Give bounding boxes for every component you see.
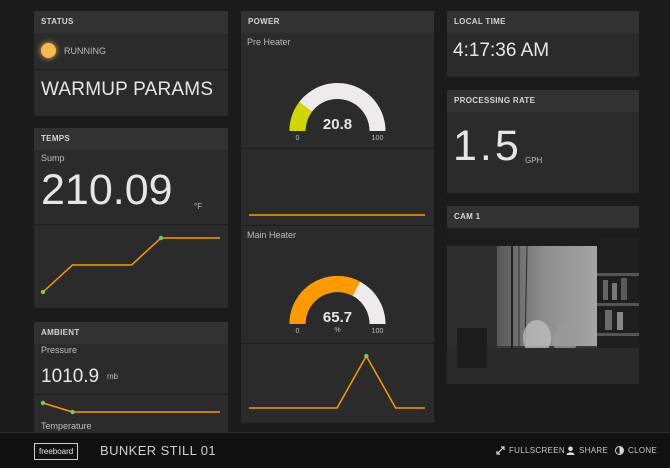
sparkline-point [40, 400, 46, 406]
local-time-pane-title: LOCAL TIME [447, 11, 639, 33]
temps-sump-value: 210.09 [41, 166, 173, 214]
ambient-pressure-units: mb [107, 372, 119, 381]
main-heater-sparkline [249, 353, 425, 409]
ambient-sparkline [40, 400, 220, 415]
fullscreen-label: FULLSCREEN [509, 446, 565, 455]
temps-pane: TEMPS Sump 210.09 °F [34, 128, 228, 308]
sparkline-point [70, 409, 75, 415]
local-time-value: 4:17:36 AM [453, 40, 550, 61]
pre-heater-sparkline [249, 214, 425, 216]
gauge-min-label: 0 [296, 135, 300, 142]
gauge-max-label: 100 [372, 328, 384, 335]
share-label: SHARE [579, 446, 609, 455]
footer-bar: freeboard BUNKER STILL 01 FULLSCREEN SHA… [0, 432, 670, 468]
expand-icon [496, 446, 505, 455]
pre-heater-label: Pre Heater [247, 37, 291, 47]
power-pane: POWER Pre Heater 20.8 0 100 Main Heater 65… [241, 11, 434, 423]
power-pane-title: POWER [241, 11, 434, 33]
gauge-value: 65.7 [323, 309, 352, 326]
ambient-temperature-label: Temperature [41, 421, 92, 431]
dashboard-title: BUNKER STILL 01 [100, 443, 217, 458]
sparkline-path [42, 402, 220, 413]
processing-rate-pane: PROCESSING RATE 1.5 GPH [447, 90, 639, 193]
clone-label: CLONE [628, 446, 658, 455]
main-heater-label: Main Heater [247, 230, 297, 240]
cam-pane-title: CAM 1 [447, 206, 639, 228]
sparkline-point [158, 235, 164, 241]
processing-rate-value: 1.5 [453, 122, 522, 170]
sparkline-path [42, 237, 220, 293]
processing-rate-units: GPH [525, 156, 543, 165]
divider [241, 225, 434, 226]
user-icon [566, 446, 575, 455]
main-heater-gauge: 65.7% 0 100 [289, 276, 386, 335]
ambient-pressure-value: 1010.9 [41, 366, 100, 387]
local-time-pane: LOCAL TIME 4:17:36 AM [447, 11, 639, 77]
sparkline-path [249, 354, 425, 409]
status-pane-title: STATUS [34, 11, 228, 33]
ambient-pressure-label: Pressure [41, 345, 78, 355]
cam-pane: CAM 1 [447, 206, 639, 384]
freeboard-logo[interactable]: freeboard [34, 443, 79, 460]
gauge-units: % [334, 327, 340, 334]
status-pane: STATUS RUNNING WARMUP PARAMS [34, 11, 228, 116]
gauge-min-label: 0 [296, 328, 300, 335]
sparkline-point [40, 289, 46, 295]
divider [34, 69, 228, 70]
gauge-value: 20.8 [323, 116, 352, 133]
ambient-pane: AMBIENT Pressure 1010.9 mb Temperature [34, 322, 228, 432]
gauge-max-label: 100 [372, 135, 384, 142]
camera-feed-image [447, 228, 639, 384]
processing-rate-pane-title: PROCESSING RATE [447, 90, 639, 112]
half-circle-icon [615, 446, 624, 455]
pre-heater-gauge: 20.8 0 100 [289, 83, 386, 142]
share-button[interactable]: SHARE [566, 446, 608, 455]
status-params-text: WARMUP PARAMS [41, 79, 214, 100]
temps-sparkline [40, 235, 220, 295]
ambient-pane-title: AMBIENT [34, 322, 228, 344]
temps-pane-title: TEMPS [34, 128, 228, 150]
sparkline-point [364, 353, 369, 359]
status-indicator-text: RUNNING [64, 46, 106, 56]
clone-button[interactable]: CLONE [615, 446, 657, 455]
temps-sump-units: °F [194, 202, 203, 211]
temps-sump-label: Sump [41, 153, 65, 163]
status-indicator-light [41, 43, 56, 58]
fullscreen-button[interactable]: FULLSCREEN [496, 446, 565, 455]
